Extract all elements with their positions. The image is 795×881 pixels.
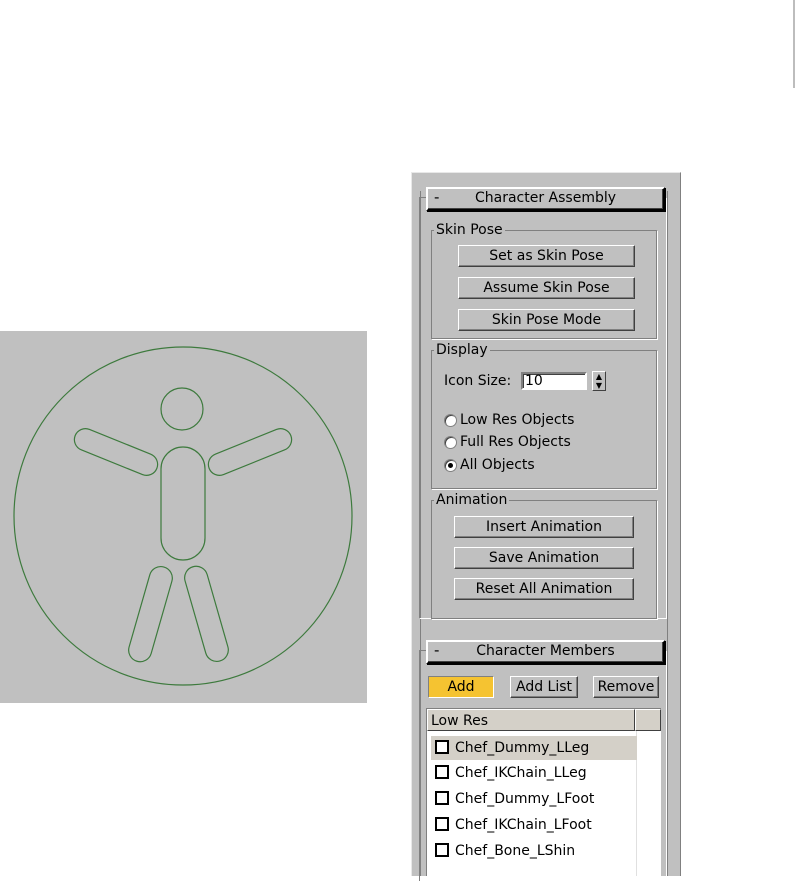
icon-left-leg: [184, 565, 229, 663]
icon-outer-circle: [13, 346, 353, 686]
character-assembly-icon[interactable]: [0, 331, 367, 703]
display-legend: Display: [436, 342, 488, 358]
list-item-label: Chef_Bone_LShin: [455, 843, 576, 859]
add-list-button[interactable]: Add List: [510, 676, 578, 698]
list-item[interactable]: Chef_Bone_LShin: [431, 839, 637, 863]
insert-animation-button[interactable]: Insert Animation: [454, 516, 634, 538]
rollout-title: Character Assembly: [474, 190, 617, 206]
list-item-label: Chef_Dummy_LFoot: [455, 791, 595, 807]
icon-right-leg: [128, 565, 173, 663]
character-members-list[interactable]: Low Res Chef_Dummy_LLeg Chef_IKChain_LLe…: [426, 708, 661, 876]
radio-label: All Objects: [460, 457, 535, 473]
set-as-skin-pose-button[interactable]: Set as Skin Pose: [458, 245, 635, 267]
radio-label: Full Res Objects: [460, 434, 571, 450]
checkbox-icon[interactable]: [435, 791, 449, 805]
radio-label: Low Res Objects: [460, 412, 575, 428]
list-column-header-low-res[interactable]: Low Res: [427, 709, 635, 731]
viewport[interactable]: [0, 331, 367, 703]
skin-pose-mode-button[interactable]: Skin Pose Mode: [458, 309, 635, 331]
icon-size-field[interactable]: 10: [521, 372, 587, 390]
icon-size-label: Icon Size:: [444, 373, 512, 389]
character-assembly-rollout-header[interactable]: - Character Assembly: [426, 187, 665, 211]
add-button[interactable]: Add: [428, 676, 494, 698]
animation-legend: Animation: [436, 492, 508, 508]
icon-torso: [160, 446, 206, 561]
list-item-label: Chef_Dummy_LLeg: [455, 740, 590, 756]
list-item[interactable]: Chef_IKChain_LLeg: [431, 761, 637, 785]
list-item-label: Chef_IKChain_LFoot: [455, 817, 592, 833]
checkbox-icon[interactable]: [435, 817, 449, 831]
radio-button-icon[interactable]: [444, 414, 457, 427]
remove-button[interactable]: Remove: [593, 676, 659, 698]
list-item[interactable]: Chef_IKChain_LFoot: [431, 813, 637, 837]
checkbox-icon[interactable]: [435, 765, 449, 779]
radio-button-icon[interactable]: [444, 436, 457, 449]
icon-head: [160, 387, 204, 431]
rollout-title: Character Members: [476, 643, 615, 659]
icon-left-arm: [207, 428, 293, 476]
checkbox-icon[interactable]: [435, 843, 449, 857]
list-item-label: Chef_IKChain_LLeg: [455, 765, 587, 781]
save-animation-button[interactable]: Save Animation: [454, 547, 634, 569]
panel-border-right: [667, 191, 668, 876]
reset-all-animation-button[interactable]: Reset All Animation: [454, 578, 634, 600]
icon-size-spinner-arrows[interactable]: ▲ ▼: [592, 371, 606, 391]
checkbox-icon[interactable]: [435, 740, 449, 754]
list-item[interactable]: Chef_Dummy_LLeg: [431, 736, 637, 760]
list-item[interactable]: Chef_Dummy_LFoot: [431, 787, 637, 811]
skin-pose-legend: Skin Pose: [436, 222, 503, 238]
radio-button-selected-icon[interactable]: [444, 459, 457, 472]
icon-right-arm: [73, 428, 159, 476]
list-column-header-spare[interactable]: [635, 709, 661, 731]
assume-skin-pose-button[interactable]: Assume Skin Pose: [458, 277, 635, 299]
character-members-rollout-header[interactable]: - Character Members: [426, 640, 665, 664]
